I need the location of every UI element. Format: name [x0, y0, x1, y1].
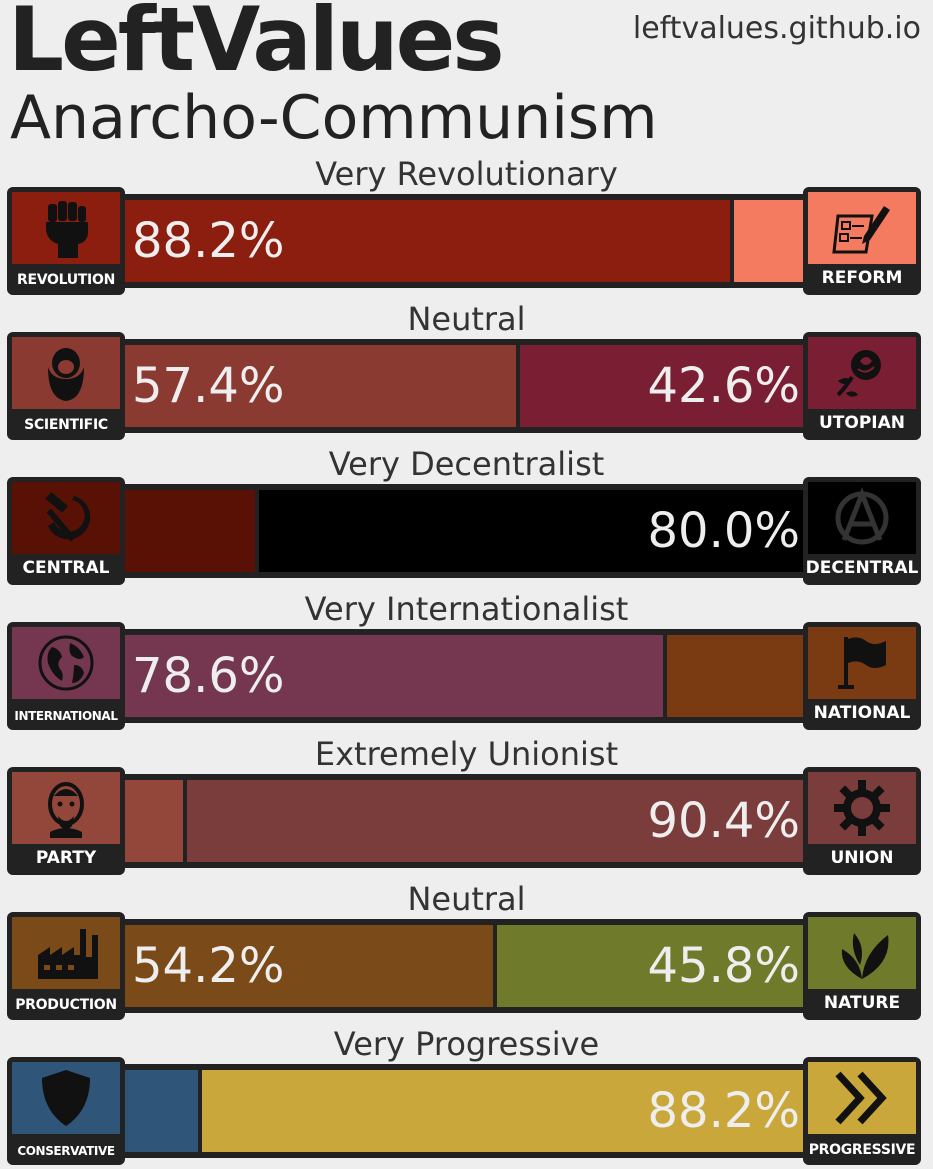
pole-label: PROGRESSIVE — [808, 1142, 916, 1158]
pole-label: UTOPIAN — [818, 413, 906, 433]
globe-icon — [12, 627, 120, 699]
ballot-icon — [808, 192, 916, 264]
pole-utopian: UTOPIAN — [803, 332, 921, 440]
axis-verdict: Very Decentralist — [328, 445, 605, 483]
pole-scientific: SCIENTIFIC — [7, 332, 125, 440]
pole-label: CENTRAL — [22, 558, 110, 578]
pole-revolution: REVOLUTION — [7, 187, 125, 295]
axis-verdict: Extremely Unionist — [314, 735, 619, 773]
bar-segment-progressive: 88.2% — [202, 1070, 814, 1152]
axis-revolution-reform: Very Revolutionary 88.2% REVOLUTION REFORM — [0, 158, 933, 303]
axis-bar: 80.0% — [112, 484, 820, 578]
axis-verdict: Neutral — [407, 880, 526, 918]
pole-international: INTERNATIONAL — [7, 622, 125, 730]
factory-icon — [12, 917, 120, 989]
percent-progressive: 88.2% — [647, 1083, 800, 1139]
percent-revolution: 88.2% — [132, 213, 285, 269]
pole-label: PARTY — [35, 848, 97, 868]
gear-icon — [808, 772, 916, 844]
bar-segment-union: 90.4% — [187, 780, 814, 862]
pole-nature: NATURE — [803, 912, 921, 1020]
shield-icon — [12, 1062, 120, 1134]
pole-reform: REFORM — [803, 187, 921, 295]
pole-progressive: PROGRESSIVE — [803, 1057, 921, 1165]
pole-union: UNION — [803, 767, 921, 875]
axis-conservative-progressive: Very Progressive 88.2% CONSERVATIVE PROGRES… — [0, 1028, 933, 1169]
axis-bar: 88.2% — [112, 1064, 820, 1158]
pole-central: CENTRAL — [7, 477, 125, 585]
pole-national: NATIONAL — [803, 622, 921, 730]
bar-segment-international: 78.6% — [118, 635, 663, 717]
axis-verdict: Very Revolutionary — [315, 155, 618, 193]
pole-label: INTERNATIONAL — [14, 709, 118, 723]
axis-international-national: Very Internationalist 78.6% INTERNATIONAL N… — [0, 593, 933, 738]
bar-segment-reform — [734, 200, 814, 282]
axis-bar: 90.4% — [112, 774, 820, 868]
axis-party-union: Extremely Unionist 90.4% PARTY UNION — [0, 738, 933, 883]
marx-portrait-icon — [12, 337, 120, 409]
percent-international: 78.6% — [132, 648, 285, 704]
ideology-result: Anarcho-Communism — [10, 83, 658, 153]
axis-verdict: Neutral — [407, 300, 526, 338]
axis-bar: 57.4% 42.6% — [112, 339, 820, 433]
bar-segment-utopian: 42.6% — [520, 345, 814, 427]
axis-production-nature: Neutral 54.2% 45.8% PRODUCTION NATURE — [0, 883, 933, 1028]
bar-segment-central — [118, 490, 255, 572]
bar-segment-scientific: 57.4% — [118, 345, 516, 427]
axis-verdict: Very Internationalist — [304, 590, 629, 628]
percent-union: 90.4% — [647, 793, 800, 849]
hammer-sickle-icon — [12, 482, 120, 554]
axis-bar: 88.2% — [112, 194, 820, 288]
pole-label: DECENTRAL — [805, 558, 919, 578]
bar-segment-nature: 45.8% — [497, 925, 814, 1007]
site-url[interactable]: leftvalues.github.io — [633, 14, 921, 44]
pole-label: NATURE — [823, 993, 901, 1013]
axis-bar: 54.2% 45.8% — [112, 919, 820, 1013]
percent-nature: 45.8% — [647, 938, 800, 994]
pole-label: SCIENTIFIC — [24, 417, 108, 433]
pole-conservative: CONSERVATIVE — [7, 1057, 125, 1165]
bar-segment-party — [118, 780, 183, 862]
lenin-portrait-icon — [12, 772, 120, 844]
brand-title: LeftValues — [8, 0, 505, 91]
flag-icon — [808, 627, 916, 699]
percent-scientific: 57.4% — [132, 358, 285, 414]
raised-fist-icon — [12, 192, 120, 264]
pole-label: REVOLUTION — [16, 272, 115, 288]
pole-label: UNION — [830, 848, 894, 868]
bar-segment-national — [667, 635, 814, 717]
pole-label: NATIONAL — [813, 703, 911, 723]
pole-label: PRODUCTION — [15, 997, 117, 1013]
leaves-icon — [808, 917, 916, 989]
bar-segment-production: 54.2% — [118, 925, 493, 1007]
percent-production: 54.2% — [132, 938, 285, 994]
double-chevron-icon — [808, 1062, 916, 1134]
rose-icon — [808, 337, 916, 409]
pole-label: CONSERVATIVE — [17, 1144, 115, 1158]
percent-decentral: 80.0% — [647, 503, 800, 559]
bar-segment-conservative — [118, 1070, 198, 1152]
bar-segment-decentral: 80.0% — [259, 490, 814, 572]
results-page: LeftValues leftvalues.github.io Anarcho-… — [0, 0, 933, 1169]
percent-utopian: 42.6% — [647, 358, 800, 414]
bar-segment-revolution: 88.2% — [118, 200, 730, 282]
anarchy-icon — [808, 482, 916, 554]
pole-party: PARTY — [7, 767, 125, 875]
pole-decentral: DECENTRAL — [803, 477, 921, 585]
pole-production: PRODUCTION — [7, 912, 125, 1020]
axis-scientific-utopian: Neutral 57.4% 42.6% SCIENTIFIC UTOPIAN — [0, 303, 933, 448]
pole-label: REFORM — [821, 268, 903, 288]
axis-central-decentral: Very Decentralist 80.0% CENTRAL DECENTRAL — [0, 448, 933, 593]
axis-verdict: Very Progressive — [333, 1025, 600, 1063]
axis-bar: 78.6% — [112, 629, 820, 723]
